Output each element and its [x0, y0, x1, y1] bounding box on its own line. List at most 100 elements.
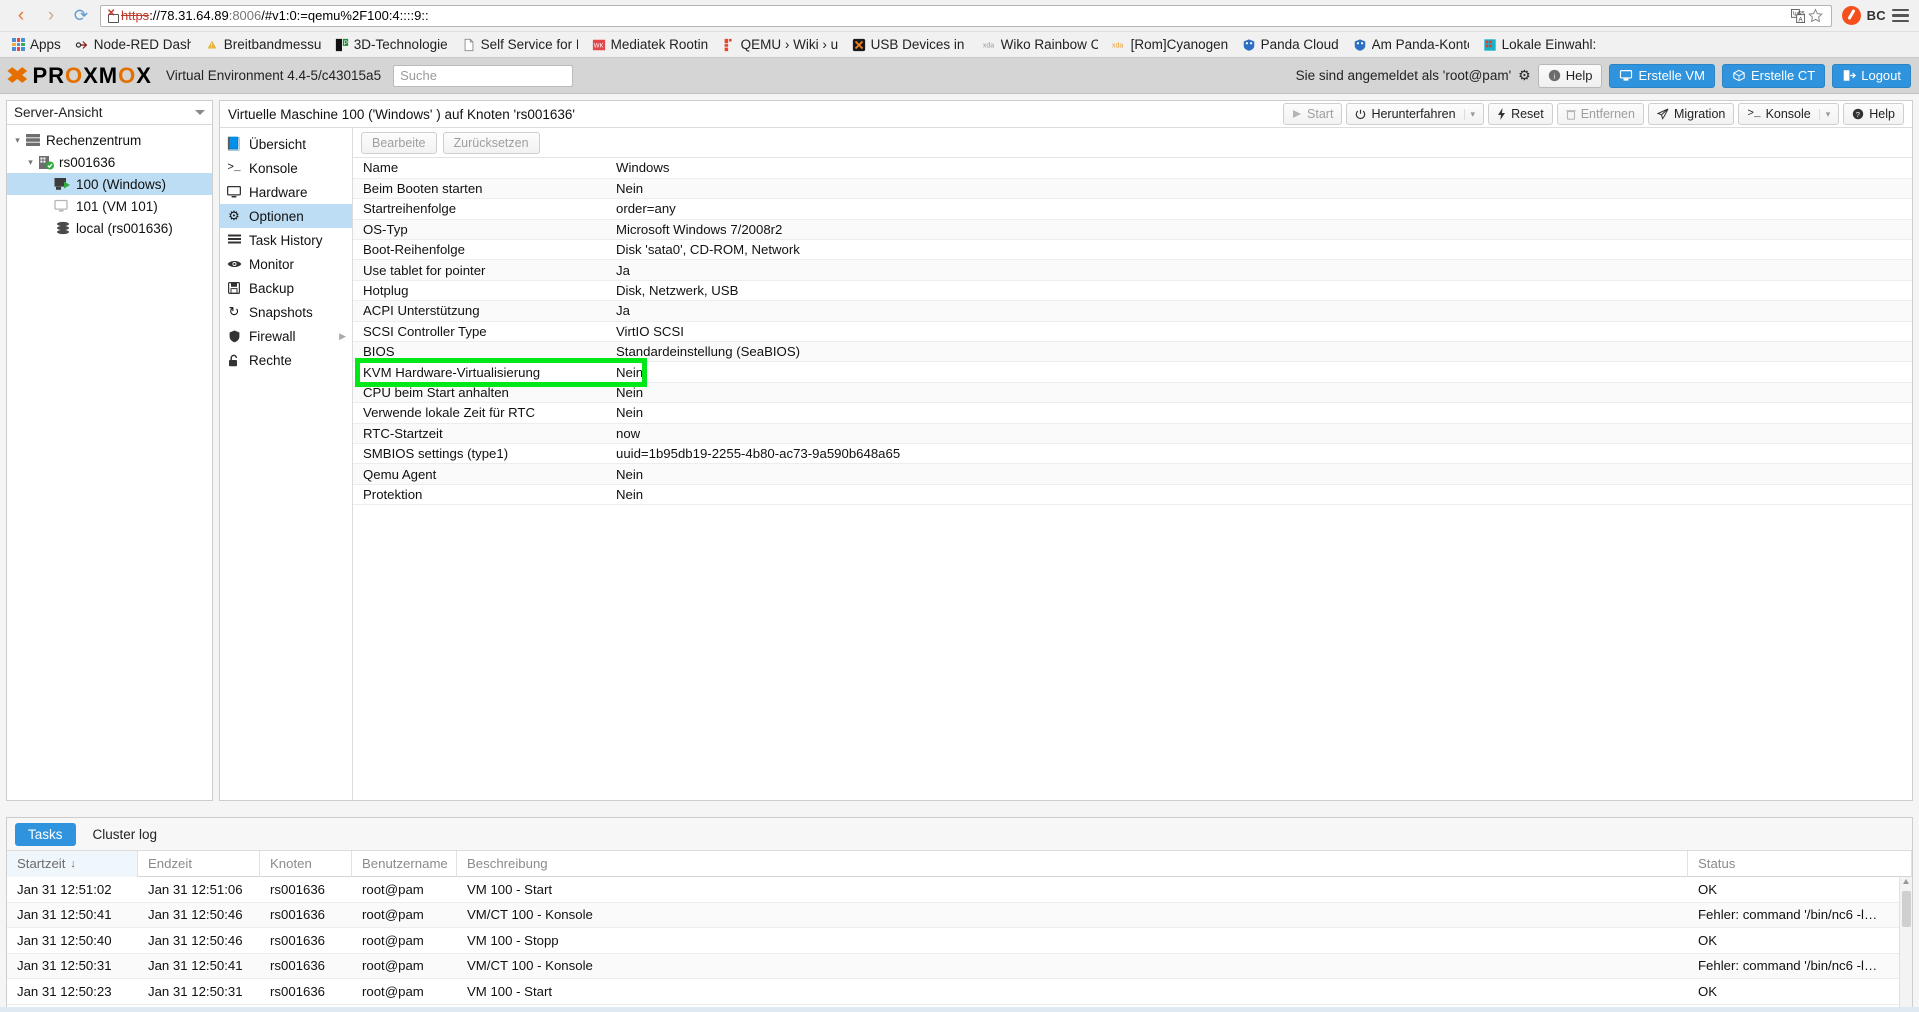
bookmark-label: Am Panda-Konto [1371, 37, 1469, 52]
option-row[interactable]: ACPI Unterstützung Ja [353, 300, 1912, 322]
profile-label[interactable]: BC [1867, 8, 1886, 23]
table-row[interactable]: Jan 31 12:50:23 Jan 31 12:50:31 rs001636 ro… [7, 979, 1912, 1005]
tab-firewall[interactable]: Firewall ▶ [220, 324, 352, 348]
option-row[interactable]: RTC-Startzeit now [353, 423, 1912, 444]
tasks-scrollbar[interactable] [1899, 877, 1912, 1012]
forward-button[interactable]: › [38, 3, 64, 29]
sidebar-item-rechenzentrum[interactable]: ▾ Rechenzentrum [7, 129, 212, 151]
bookmark-panda-cloud[interactable]: Panda Cloud [1236, 35, 1345, 54]
play-icon [1293, 110, 1302, 118]
vm-reset-button[interactable]: Reset [1488, 103, 1553, 125]
info-circle-icon: i [1548, 69, 1560, 82]
tab-konsole[interactable]: >_ Konsole [220, 156, 352, 180]
column-header-endzeit[interactable]: Endzeit [138, 850, 260, 877]
hamburger-menu-icon[interactable] [1892, 8, 1909, 23]
option-row[interactable]: OS-Typ Microsoft Windows 7/2008r2 [353, 219, 1912, 241]
bookmark-panda-konto[interactable]: Am Panda-Konto [1347, 35, 1475, 54]
option-row[interactable]: Hotplug Disk, Netzwerk, USB [353, 280, 1912, 302]
vm-start-button[interactable]: Start [1283, 103, 1343, 125]
chevron-down-icon[interactable]: ▾ [1818, 108, 1830, 120]
pve-header: ✖ PROXMOX Virtual Environment 4.4-5/c430… [0, 58, 1919, 94]
expander-icon[interactable]: ▾ [24, 157, 37, 168]
edit-button[interactable]: Bearbeite [361, 131, 437, 154]
vm-shutdown-button[interactable]: Herunterfahren ▾ [1346, 103, 1485, 125]
option-row[interactable]: SMBIOS settings (type1) uuid=1b95db19-225… [353, 443, 1912, 465]
option-row[interactable]: Use tablet for pointer Ja [353, 259, 1912, 281]
option-row[interactable]: BIOS Standardeinstellung (SeaBIOS) [353, 341, 1912, 363]
browser-extension-icon[interactable] [1841, 6, 1861, 25]
scroll-up-arrow-icon[interactable] [1903, 879, 1909, 884]
tab-snapshots[interactable]: ↻ Snapshots [220, 300, 352, 324]
vm-shutdown-label: Herunterfahren [1371, 107, 1456, 121]
tab-monitor[interactable]: Monitor [220, 252, 352, 276]
tab-label: Task History [249, 232, 323, 248]
bookmark-node-red[interactable]: Node-RED Dashb [69, 35, 197, 54]
option-row[interactable]: SCSI Controller Type VirtIO SCSI [353, 321, 1912, 343]
bookmark-breitbandmessung[interactable]: ! Breitbandmessu [199, 35, 327, 54]
tab-optionen[interactable]: ⚙ Optionen [220, 204, 352, 228]
option-row[interactable]: Beim Booten starten Nein [353, 178, 1912, 200]
tab-tasks[interactable]: Tasks [15, 822, 76, 846]
logout-button[interactable]: Logout [1832, 63, 1911, 88]
bookmark-mediatek-rooting[interactable]: WK Mediatek Rooting [586, 35, 714, 54]
back-button[interactable]: ‹ [8, 3, 34, 29]
bookmark-wiko-rainbow[interactable]: xda Wiko Rainbow Cy [976, 35, 1104, 54]
bookmark-apps[interactable]: Apps [6, 35, 67, 54]
vm-migration-button[interactable]: Migration [1647, 103, 1735, 125]
chevron-down-icon[interactable]: ▾ [1463, 108, 1475, 120]
table-row[interactable]: Jan 31 12:50:41 Jan 31 12:50:46 rs001636 ro… [7, 902, 1912, 928]
option-row[interactable]: Protektion Nein [353, 484, 1912, 506]
tab-label: Backup [249, 280, 295, 296]
create-ct-button[interactable]: Erstelle CT [1721, 63, 1826, 88]
translate-icon[interactable]: \u6587A [1789, 7, 1807, 25]
option-row[interactable]: Boot-Reihenfolge Disk 'sata0', CD-ROM, Ne… [353, 239, 1912, 261]
table-row[interactable]: Jan 31 12:50:40 Jan 31 12:50:46 rs001636 ro… [7, 928, 1912, 954]
reset-button[interactable]: Zurücksetzen [442, 131, 540, 154]
vm-remove-button[interactable]: Entfernen [1556, 103, 1644, 125]
sidebar-item-storage-local[interactable]: local (rs001636) [7, 217, 212, 239]
tab-task-history[interactable]: Task History [220, 228, 352, 252]
vm-console-button[interactable]: >_ Konsole ▾ [1738, 103, 1840, 125]
insecure-https-badge[interactable] [107, 8, 119, 23]
bookmark-self-service[interactable]: Self Service for N [456, 35, 584, 54]
bookmark-rom-cyanogenmod[interactable]: xda [Rom]Cyanogenm [1106, 35, 1234, 54]
scrollbar-thumb[interactable] [1902, 891, 1911, 927]
create-vm-button[interactable]: Erstelle VM [1609, 63, 1715, 88]
search-input[interactable] [393, 64, 574, 87]
table-row[interactable]: Jan 31 12:51:02 Jan 31 12:51:06 rs001636 ro… [7, 877, 1912, 903]
table-row[interactable]: Jan 31 12:50:31 Jan 31 12:50:41 rs001636 ro… [7, 953, 1912, 979]
view-selector[interactable]: Server-Ansicht [7, 101, 212, 125]
help-button[interactable]: i Help [1537, 63, 1603, 88]
bookmark-3d-technologie[interactable]: P 3D-Technologie [329, 35, 454, 54]
login-status: Sie sind angemeldet als 'root@pam' [1295, 68, 1512, 83]
column-header-beschreibung[interactable]: Beschreibung [457, 850, 1688, 877]
option-row[interactable]: KVM Hardware-Virtualisierung Nein [353, 361, 1912, 383]
vm-help-button[interactable]: ? Help [1843, 103, 1904, 125]
column-header-status[interactable]: Status [1688, 850, 1912, 877]
expander-icon[interactable]: ▾ [11, 135, 24, 146]
option-row[interactable]: CPU beim Start anhalten Nein [353, 382, 1912, 404]
column-header-startzeit[interactable]: Startzeit ↓ [7, 850, 138, 877]
sidebar-item-vm-101[interactable]: 101 (VM 101) [7, 195, 212, 217]
reload-button[interactable]: ⟳ [68, 3, 94, 29]
tab-hardware[interactable]: Hardware [220, 180, 352, 204]
star-icon[interactable] [1807, 7, 1825, 25]
tab-cluster-log[interactable]: Cluster log [80, 823, 171, 846]
column-header-benutzername[interactable]: Benutzername [352, 850, 457, 877]
option-row[interactable]: Verwende lokale Zeit für RTC Nein [353, 402, 1912, 424]
tab-backup[interactable]: Backup [220, 276, 352, 300]
gear-icon[interactable]: ⚙ [1518, 67, 1531, 84]
option-row[interactable]: Startreihenfolge order=any [353, 198, 1912, 220]
option-row[interactable]: Name Windows [353, 158, 1912, 179]
address-bar[interactable]: https :// 78.31.64.89 :8006 /#v1:0:=qemu… [100, 4, 1832, 27]
bookmark-lokale-einwahl[interactable]: Lokale Einwahl: [1477, 35, 1603, 54]
option-row[interactable]: Qemu Agent Nein [353, 463, 1912, 485]
tab-uebersicht[interactable]: 📘 Übersicht [220, 132, 352, 156]
bookmark-qemu-wiki[interactable]: QEMU › Wiki › ub [716, 35, 844, 54]
sidebar-item-vm-100[interactable]: 100 (Windows) [7, 173, 212, 195]
bookmark-usb-devices[interactable]: USB Devices in V [846, 35, 974, 54]
tab-rechte[interactable]: Rechte [220, 348, 352, 372]
sidebar-item-rs001636[interactable]: ▾ rs001636 [7, 151, 212, 173]
proxmox-logo[interactable]: ✖ PROXMOX [6, 63, 152, 89]
column-header-knoten[interactable]: Knoten [260, 850, 352, 877]
